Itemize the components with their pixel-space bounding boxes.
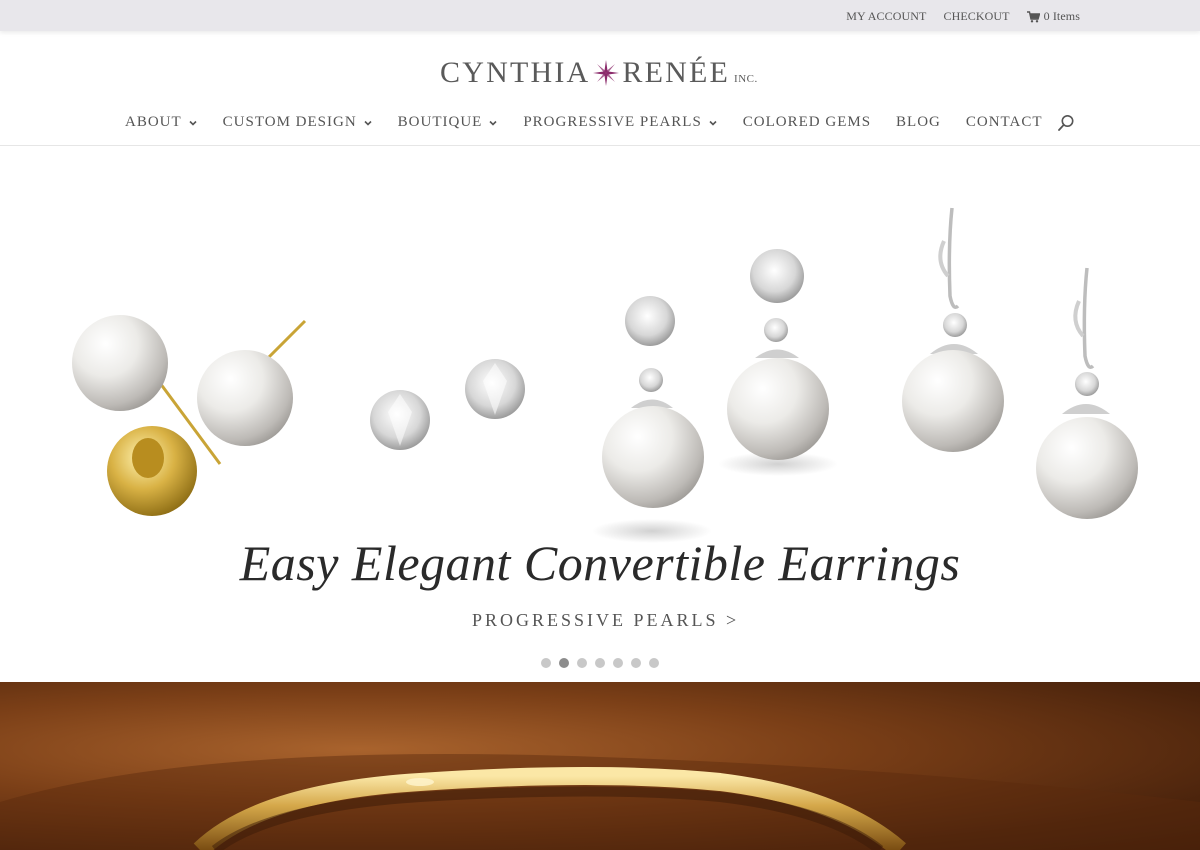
chevron-down-icon	[189, 120, 197, 126]
chevron-down-icon	[364, 120, 372, 126]
my-account-link[interactable]: MY ACCOUNT	[846, 9, 926, 24]
slider-dot[interactable]	[577, 658, 587, 668]
slider-dot[interactable]	[649, 658, 659, 668]
logo-inc: INC.	[734, 73, 758, 85]
top-bar: MY ACCOUNT CHECKOUT 0 Items	[0, 0, 1200, 31]
slider-dot[interactable]	[613, 658, 623, 668]
nav-item-colored-gems[interactable]: COLORED GEMS	[743, 114, 871, 131]
nav-item-label: PROGRESSIVE PEARLS	[523, 114, 702, 130]
chevron-down-icon	[489, 120, 497, 126]
hero-image-earrings	[72, 207, 1138, 543]
slider-dot-active[interactable]	[559, 658, 569, 668]
nav-item-blog[interactable]: BLOG	[896, 114, 941, 131]
nav-item-label: BLOG	[896, 114, 941, 130]
slider-dot[interactable]	[595, 658, 605, 668]
site-logo[interactable]: CYNTHIA RENÉE INC.	[440, 54, 770, 92]
checkout-link[interactable]: CHECKOUT	[943, 9, 1009, 24]
slider-dots	[541, 658, 659, 668]
chevron-down-icon	[709, 120, 717, 126]
search-icon[interactable]	[1057, 114, 1075, 132]
logo-word-cynthia: CYNTHIA	[440, 56, 591, 89]
nav-item-label: BOUTIQUE	[397, 114, 483, 130]
featured-image-ring	[0, 682, 1200, 850]
nav-item-custom-design[interactable]: CUSTOM DESIGN	[223, 114, 373, 131]
cart-icon	[1026, 10, 1040, 22]
cart-link[interactable]: 0 Items	[1026, 9, 1080, 24]
ring-image	[0, 754, 1200, 850]
nav-item-about[interactable]: ABOUT	[125, 114, 198, 131]
main-nav: ABOUT CUSTOM DESIGN BOUTIQUE PROGRESSIVE…	[125, 114, 1068, 131]
cart-count: 0 Items	[1043, 9, 1080, 23]
slider-dot[interactable]	[631, 658, 641, 668]
top-bar-links: MY ACCOUNT CHECKOUT 0 Items	[846, 9, 1080, 24]
nav-item-label: CONTACT	[965, 114, 1043, 130]
nav-item-contact[interactable]: CONTACT	[966, 114, 1043, 131]
hero-slider: Easy Elegant Convertible Earrings PROGRE…	[0, 146, 1200, 682]
hero-cta-link[interactable]: PROGRESSIVE PEARLS >	[472, 610, 739, 631]
hero-title: Easy Elegant Convertible Earrings	[239, 535, 961, 591]
nav-item-progressive-pearls[interactable]: PROGRESSIVE PEARLS	[523, 114, 717, 131]
nav-item-label: CUSTOM DESIGN	[222, 114, 357, 130]
nav-item-label: COLORED GEMS	[742, 114, 872, 130]
slider-dot[interactable]	[541, 658, 551, 668]
nav-item-label: ABOUT	[125, 114, 182, 130]
logo-word-renee: RENÉE	[622, 56, 731, 89]
nav-item-boutique[interactable]: BOUTIQUE	[398, 114, 499, 131]
logo-star-icon	[593, 60, 620, 86]
